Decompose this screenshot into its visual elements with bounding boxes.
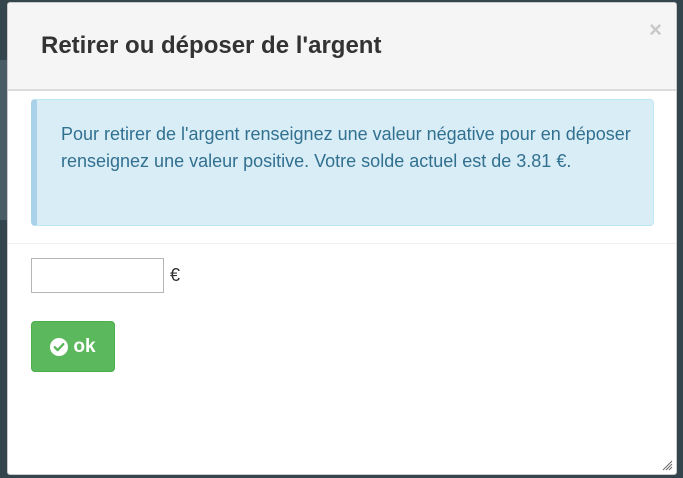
resize-handle-icon[interactable] [661,459,673,471]
divider [8,243,676,244]
dialog-header: Retirer ou déposer de l'argent × [8,3,676,91]
ok-button-label: ok [73,335,96,357]
info-alert-text: Pour retirer de l'argent renseignez une … [61,124,631,171]
info-alert: Pour retirer de l'argent renseignez une … [31,99,654,226]
dialog-title: Retirer ou déposer de l'argent [41,32,382,59]
deposit-withdraw-dialog: Retirer ou déposer de l'argent × Pour re… [7,2,677,475]
currency-label: € [170,265,181,285]
ok-button[interactable]: ok [31,321,115,372]
amount-row: € [31,258,180,293]
check-circle-icon [50,337,69,356]
amount-input[interactable] [31,258,164,293]
close-icon[interactable]: × [649,19,662,41]
